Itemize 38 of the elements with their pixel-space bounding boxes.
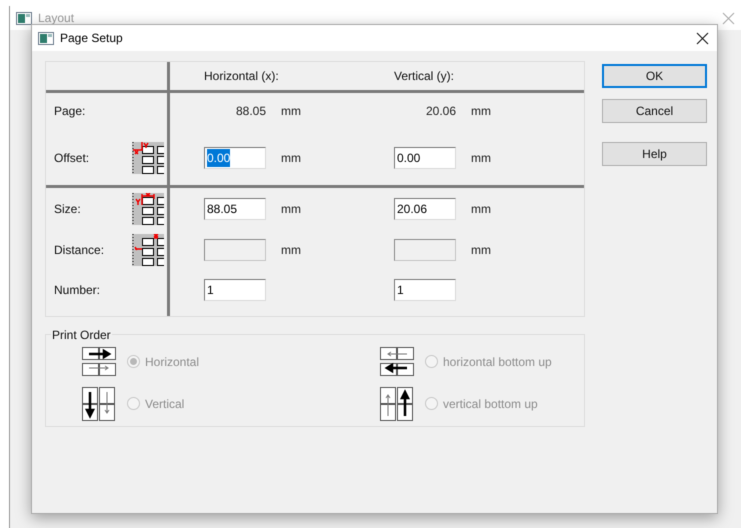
unit-label: mm xyxy=(471,104,491,118)
print-order-icon xyxy=(380,386,414,420)
close-icon[interactable] xyxy=(696,32,709,44)
number-field[interactable]: 0.00 xyxy=(394,147,456,169)
print-order-icon xyxy=(82,347,116,376)
column-header: Vertical (y): xyxy=(394,68,456,85)
field-label: Size: xyxy=(54,201,82,218)
print-order-icon xyxy=(82,386,116,420)
dialog-button[interactable]: Help xyxy=(602,142,707,166)
print-order-icon xyxy=(380,347,414,376)
number-field[interactable]: 88.05 xyxy=(204,198,266,220)
number-field[interactable]: 0.00 xyxy=(204,147,266,169)
number-field[interactable]: 1 xyxy=(394,279,456,301)
field-label: Page: xyxy=(54,102,86,120)
unit-label: mm xyxy=(281,202,301,216)
window-icon xyxy=(38,32,54,44)
label-layout-icon xyxy=(132,234,164,266)
dialog-title: Page Setup xyxy=(60,30,123,47)
unit-label: mm xyxy=(281,243,301,257)
label-layout-icon xyxy=(132,193,164,225)
dimension-value: 88.05 xyxy=(234,102,266,120)
dialog-button[interactable]: Cancel xyxy=(602,99,707,123)
unit-label: mm xyxy=(471,202,491,216)
window-title: Layout xyxy=(38,10,74,27)
unit-label: mm xyxy=(471,151,491,165)
dimension-value: 20.06 xyxy=(424,102,456,120)
number-field[interactable]: 20.06 xyxy=(394,198,456,220)
unit-label: mm xyxy=(471,243,491,257)
number-field[interactable]: 1 xyxy=(204,279,266,301)
dialog-button[interactable]: OK xyxy=(602,64,707,88)
column-header: Horizontal (x): xyxy=(204,68,280,85)
field-label: Number: xyxy=(54,282,102,299)
label-layout-icon xyxy=(132,142,164,174)
unit-label: mm xyxy=(281,104,301,118)
window-icon xyxy=(16,12,32,24)
field-label: Offset: xyxy=(54,150,90,167)
unit-label: mm xyxy=(281,151,301,165)
field-label: Distance: xyxy=(54,242,106,259)
